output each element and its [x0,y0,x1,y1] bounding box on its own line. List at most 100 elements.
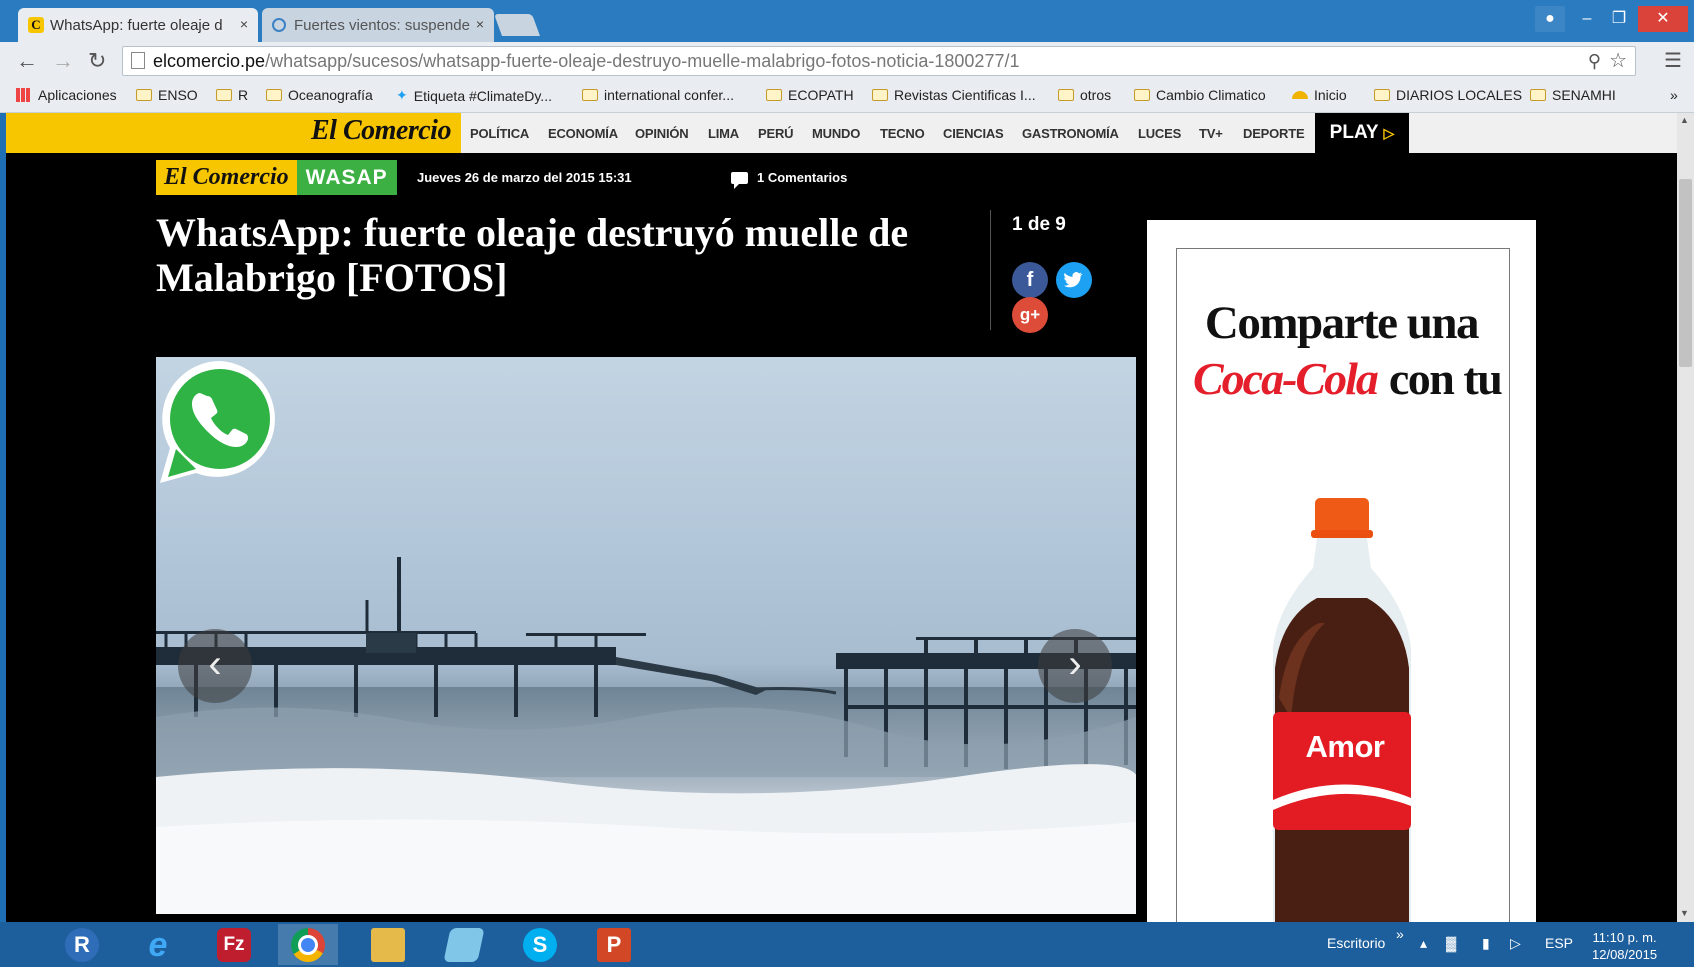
toolbar-overflow-icon[interactable]: » [1396,926,1404,942]
language-indicator[interactable]: ESP [1545,935,1573,951]
tab-whatsapp[interactable]: C WhatsApp: fuerte oleaje d × [18,8,258,42]
taskbar-chrome[interactable] [278,924,338,965]
bookmark-apps[interactable]: Aplicaciones [16,87,117,103]
taskbar-r[interactable]: R [52,924,112,965]
weather-icon [1292,91,1308,99]
bookmark-ecopath[interactable]: ECOPATH [766,87,854,103]
ad-headline: Comparte una [1204,297,1480,349]
close-window-icon[interactable]: ✕ [1638,6,1688,32]
nav-ciencias[interactable]: CIENCIAS [943,126,1004,141]
back-icon[interactable]: ← [16,48,38,74]
folder-icon [1374,89,1390,101]
taskbar-filezilla[interactable]: Fz [204,924,264,965]
forward-icon[interactable]: → [52,48,74,74]
internet-explorer-icon: e [148,926,168,964]
play-triangle-icon: ▷ [1383,125,1395,141]
bookmark-r[interactable]: R [216,87,248,103]
nav-deporte[interactable]: DEPORTE [1243,126,1305,141]
taskbar-skype[interactable]: S [510,924,570,965]
nav-politica[interactable]: POLÍTICA [470,126,529,141]
bookmark-international[interactable]: international confer... [582,87,734,103]
header-divider [990,210,991,330]
bookmark-label: Cambio Climatico [1156,87,1266,103]
bookmark-label: international confer... [604,87,734,103]
powerpoint-icon: P [597,928,631,962]
bookmark-diarios-locales[interactable]: DIARIOS LOCALES [1374,87,1522,103]
folder-icon [216,89,232,101]
folder-icon [1058,89,1074,101]
comments-link[interactable]: 1 Comentarios [731,170,847,189]
bookmark-label: otros [1080,87,1112,103]
desktop-toolbar-label[interactable]: Escritorio [1327,935,1385,951]
site-logo[interactable]: El Comercio [311,115,451,147]
wasap-logo[interactable]: El Comercio WASAP [156,160,397,195]
tab-close-icon[interactable]: × [476,16,484,32]
facebook-share-icon[interactable]: f [1012,262,1048,298]
battery-icon[interactable]: ▮ [1482,935,1490,952]
google-plus-share-icon[interactable]: g+ [1012,297,1048,333]
coca-cola-bottle-image [1273,498,1411,922]
bookmark-star-icon[interactable]: ☆ [1609,47,1627,75]
tray-expand-icon[interactable]: ▴ [1420,935,1427,952]
bookmark-otros[interactable]: otros [1058,87,1111,103]
zoom-icon[interactable]: ⚲ [1588,47,1601,75]
menu-icon[interactable]: ☰ [1664,48,1682,73]
taskbar-powerpoint[interactable]: P [584,924,644,965]
page-scrollbar[interactable]: ▲ ▼ [1677,113,1694,922]
nav-luces[interactable]: LUCES [1138,126,1181,141]
scroll-down-icon[interactable]: ▼ [1680,908,1689,918]
tab-close-icon[interactable]: × [240,16,248,32]
nav-tecno[interactable]: TECNO [880,126,925,141]
scrollbar-thumb[interactable] [1679,179,1692,367]
nav-economia[interactable]: ECONOMÍA [548,126,618,141]
bookmark-label: R [238,87,249,103]
bookmark-enso[interactable]: ENSO [136,87,198,103]
nav-tv[interactable]: TV+ [1199,126,1223,141]
browser-tab-bar: C WhatsApp: fuerte oleaje d × Fuertes vi… [0,0,1694,42]
url-host: elcomercio.pe [153,51,266,71]
bookmark-senamhi[interactable]: SENAMHI [1530,87,1616,103]
bookmark-cambio-climatico[interactable]: Cambio Climatico [1134,87,1266,103]
notepad-icon [443,928,485,962]
restore-icon[interactable]: ❐ [1604,6,1634,32]
taskbar-file-explorer[interactable] [358,924,418,965]
volume-icon[interactable]: ▷ [1510,935,1521,952]
gallery-photo[interactable]: ‹ › [156,357,1136,914]
apps-grid-icon [16,88,30,102]
tab-fuertes-vientos[interactable]: Fuertes vientos: suspende × [262,8,494,42]
nav-opinion[interactable]: OPINIÓN [635,126,689,141]
user-profile-icon[interactable]: ● [1535,6,1565,32]
nav-peru[interactable]: PERÚ [758,126,794,141]
nav-lima[interactable]: LIMA [708,126,739,141]
bookmark-label: ECOPATH [788,87,854,103]
gallery-counter: 1 de 9 [1012,214,1066,235]
taskbar-notepad[interactable] [434,924,494,965]
bookmark-inicio[interactable]: Inicio [1292,87,1347,103]
new-tab-button[interactable] [493,14,541,36]
system-clock[interactable]: 11:10 p. m. 12/08/2015 [1592,929,1657,963]
bookmark-label: Revistas Cientificas I... [894,87,1036,103]
nav-gastronomia[interactable]: GASTRONOMÍA [1022,126,1119,141]
nav-mundo[interactable]: MUNDO [812,126,860,141]
reload-icon[interactable]: ↻ [88,48,106,74]
minimize-icon[interactable]: – [1572,6,1602,32]
scroll-up-icon[interactable]: ▲ [1680,115,1689,125]
gallery-prev-button[interactable]: ‹ [178,629,252,703]
bookmark-oceanografia[interactable]: Oceanografía [266,87,373,103]
coca-cola-ad[interactable]: Comparte una Coca-Cola con tu Amor [1147,220,1536,922]
twitter-share-icon[interactable] [1056,262,1092,298]
taskbar-ie[interactable]: e [128,924,188,965]
ad-subline: Coca-Cola con tu [1193,352,1503,405]
gallery-next-button[interactable]: › [1038,629,1112,703]
windows-taskbar: R e Fz S P Escritorio » ▴ ▓ ▮ ▷ ESP 11:1… [0,922,1694,967]
clock-time: 11:10 p. m. [1592,930,1657,945]
chrome-icon [291,928,325,962]
address-bar[interactable]: elcomercio.pe/whatsapp/sucesos/whatsapp-… [122,46,1636,76]
url-path: /whatsapp/sucesos/whatsapp-fuerte-oleaje… [265,51,1020,71]
play-button[interactable]: PLAY ▷ [1315,113,1409,153]
bookmarks-overflow-button[interactable]: » [1670,87,1678,103]
bookmark-climatedy[interactable]: ✦ Etiqueta #ClimateDy... [396,87,552,104]
network-signal-icon[interactable]: ▓ [1446,935,1456,951]
bookmark-revistas[interactable]: Revistas Cientificas I... [872,87,1036,103]
tab-label: WhatsApp: fuerte oleaje d [50,16,223,34]
